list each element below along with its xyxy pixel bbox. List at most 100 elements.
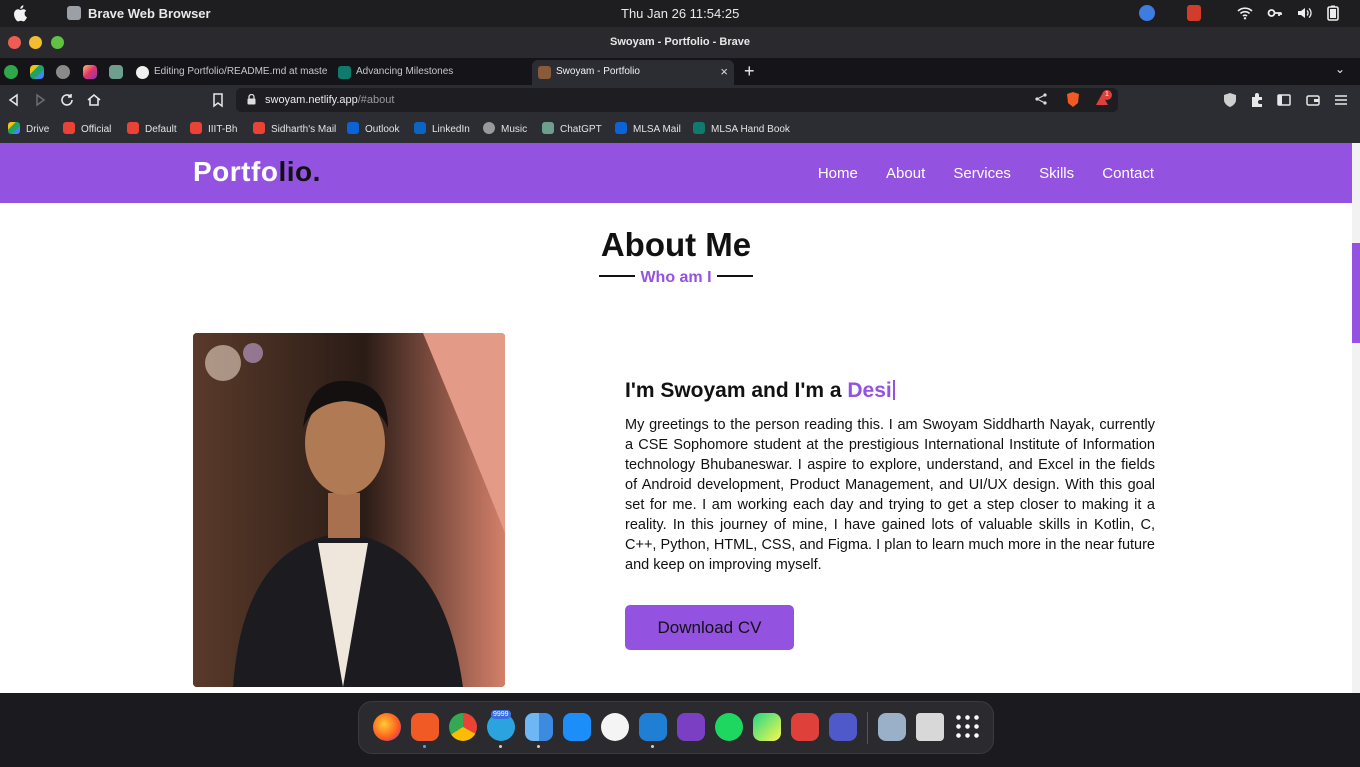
vpn-shield-icon[interactable] bbox=[1222, 92, 1238, 108]
nav-services[interactable]: Services bbox=[953, 165, 1011, 182]
bookmark-linkedin[interactable]: LinkedIn bbox=[414, 122, 470, 135]
lock-icon[interactable] bbox=[247, 94, 256, 105]
section-subtitle: Who am I bbox=[0, 269, 1352, 287]
nav-contact[interactable]: Contact bbox=[1102, 165, 1154, 182]
nav-home[interactable]: Home bbox=[818, 165, 858, 182]
brave-app-icon bbox=[67, 6, 81, 20]
pycharm-icon[interactable] bbox=[753, 713, 781, 741]
dock-separator bbox=[867, 712, 868, 744]
key-icon[interactable] bbox=[1267, 5, 1283, 21]
active-app-name[interactable]: Brave Web Browser bbox=[88, 6, 211, 21]
bookmark-music[interactable]: Music bbox=[483, 122, 527, 135]
spotify-icon[interactable] bbox=[715, 713, 743, 741]
menubar-clock[interactable]: Thu Jan 26 11:54:25 bbox=[621, 6, 739, 21]
launchpad-grid-icon[interactable] bbox=[954, 713, 982, 741]
sidebar-icon[interactable] bbox=[1276, 92, 1292, 108]
bookmark-chatgpt[interactable]: ChatGPT bbox=[542, 122, 602, 135]
sharepoint-icon bbox=[693, 122, 705, 134]
page-scrollbar[interactable] bbox=[1352, 143, 1360, 693]
app-store-icon[interactable] bbox=[563, 713, 591, 741]
brave-shields-icon[interactable] bbox=[1065, 91, 1081, 108]
site-navbar: Portfolio. Home About Services Skills Co… bbox=[0, 143, 1360, 203]
volume-icon[interactable] bbox=[1296, 5, 1312, 21]
macos-menu-bar: Brave Web Browser Thu Jan 26 11:54:25 bbox=[0, 0, 1360, 27]
chatgpt-icon bbox=[542, 122, 554, 134]
profile-photo bbox=[193, 333, 505, 687]
typed-role: Desi bbox=[847, 379, 892, 402]
wallet-icon[interactable] bbox=[1305, 92, 1321, 108]
close-tab-icon[interactable]: × bbox=[720, 64, 728, 79]
pinned-tab-whatsapp[interactable] bbox=[4, 65, 18, 79]
telegram-badge: 9999 bbox=[491, 710, 511, 719]
pinned-tab-instagram[interactable] bbox=[83, 65, 97, 79]
browser-toolbar: swoyam.netlify.app/#about 1 bbox=[0, 85, 1360, 115]
window-titlebar: Swoyam - Portfolio - Brave bbox=[0, 27, 1360, 58]
vscode-icon[interactable] bbox=[639, 713, 667, 741]
nav-skills[interactable]: Skills bbox=[1039, 165, 1074, 182]
anydesk-status-icon[interactable] bbox=[1187, 5, 1201, 21]
bookmark-drive[interactable]: Drive bbox=[8, 122, 49, 135]
url-text[interactable]: swoyam.netlify.app/#about bbox=[265, 94, 394, 106]
outlook-icon bbox=[615, 122, 627, 134]
tab-search-chevron-icon[interactable]: ⌄ bbox=[1335, 62, 1345, 76]
bookmark-official[interactable]: Official bbox=[63, 122, 111, 135]
download-cv-button[interactable]: Download CV bbox=[625, 605, 794, 650]
github-icon bbox=[136, 66, 149, 79]
address-bar[interactable]: swoyam.netlify.app/#about 1 bbox=[236, 88, 1118, 112]
pinned-tab-drive[interactable] bbox=[30, 65, 44, 79]
tab-github-readme[interactable]: Editing Portfolio/README.md at master bbox=[130, 60, 328, 85]
pinned-tab-chatgpt[interactable] bbox=[109, 65, 123, 79]
trash-icon[interactable] bbox=[916, 713, 944, 741]
gmail-icon bbox=[63, 122, 75, 134]
tab-strip: Editing Portfolio/README.md at master Ad… bbox=[0, 58, 1360, 85]
apple-menu-icon[interactable] bbox=[12, 4, 30, 22]
wifi-icon[interactable] bbox=[1237, 5, 1253, 21]
bookmark-mlsa-handbook[interactable]: MLSA Hand Book bbox=[693, 122, 790, 135]
reload-icon[interactable] bbox=[59, 92, 75, 108]
home-icon[interactable] bbox=[86, 92, 102, 108]
scrollbar-thumb[interactable] bbox=[1352, 243, 1360, 343]
drive-icon bbox=[8, 122, 20, 134]
chrome-status-icon[interactable] bbox=[1139, 5, 1155, 21]
share-icon[interactable] bbox=[1034, 92, 1048, 106]
bookmark-sidharths-mail[interactable]: Sidharth's Mail bbox=[253, 122, 336, 135]
firefox-icon[interactable] bbox=[373, 713, 401, 741]
linkedin-icon bbox=[414, 122, 426, 134]
forward-icon[interactable] bbox=[32, 92, 48, 108]
site-logo[interactable]: Portfolio. bbox=[193, 156, 321, 188]
nav-about[interactable]: About bbox=[886, 165, 925, 182]
chrome-icon[interactable] bbox=[449, 713, 477, 741]
bookmark-iiit-bh[interactable]: IIIT-Bh bbox=[190, 122, 237, 135]
macos-dock: 9999 bbox=[358, 701, 994, 754]
bookmark-outlook[interactable]: Outlook bbox=[347, 122, 399, 135]
new-tab-button[interactable]: + bbox=[744, 61, 755, 82]
section-title: About Me bbox=[600, 226, 752, 263]
menu-icon[interactable] bbox=[1333, 92, 1349, 108]
wps-icon[interactable] bbox=[601, 713, 629, 741]
downloads-stack-icon[interactable] bbox=[878, 713, 906, 741]
page-viewport: Portfolio. Home About Services Skills Co… bbox=[0, 143, 1360, 693]
tab-advancing-milestones[interactable]: Advancing Milestones bbox=[332, 60, 528, 85]
teams-icon[interactable] bbox=[829, 713, 857, 741]
extensions-icon[interactable] bbox=[1249, 92, 1265, 108]
bookmark-default[interactable]: Default bbox=[127, 122, 177, 135]
github-desktop-icon[interactable] bbox=[677, 713, 705, 741]
battery-icon[interactable] bbox=[1326, 5, 1340, 21]
back-icon[interactable] bbox=[6, 92, 22, 108]
outlook-icon bbox=[347, 122, 359, 134]
tab-swoyam-portfolio[interactable]: Swoyam - Portfolio × bbox=[532, 60, 734, 85]
pinned-tab-media[interactable] bbox=[56, 65, 70, 79]
brave-icon[interactable] bbox=[411, 713, 439, 741]
globe-icon bbox=[483, 122, 495, 134]
gmail-icon bbox=[190, 122, 202, 134]
portfolio-favicon bbox=[538, 66, 551, 79]
gmail-icon bbox=[253, 122, 265, 134]
window-title: Swoyam - Portfolio - Brave bbox=[610, 36, 750, 48]
finder-icon[interactable] bbox=[525, 713, 553, 741]
bookmark-icon[interactable] bbox=[210, 92, 226, 108]
bookmarks-bar: Drive Official Default IIIT-Bh Sidharth'… bbox=[0, 115, 1360, 143]
typing-caret bbox=[892, 380, 895, 400]
bookmark-mlsa-mail[interactable]: MLSA Mail bbox=[615, 122, 681, 135]
rewards-badge: 1 bbox=[1102, 90, 1112, 100]
anydesk-icon[interactable] bbox=[791, 713, 819, 741]
